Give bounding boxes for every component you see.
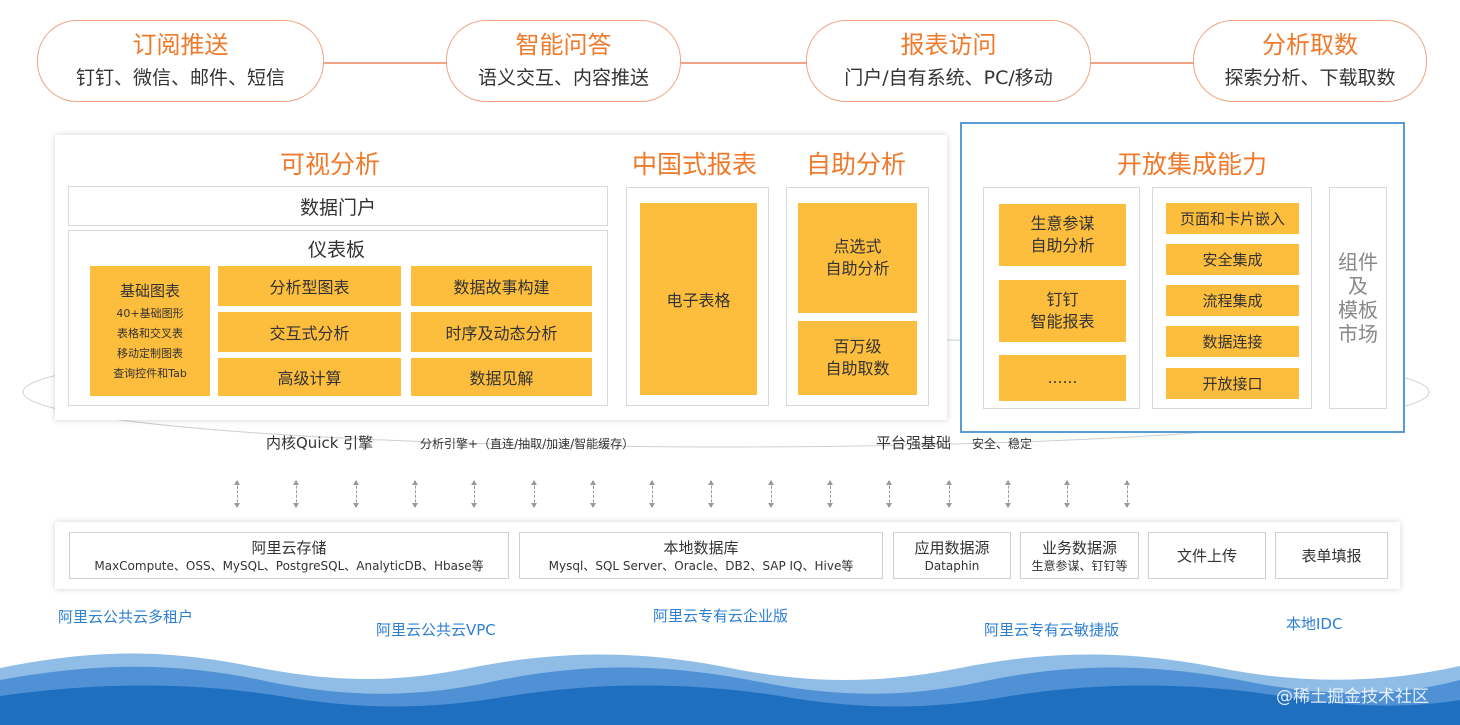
sycm-box: 生意参谋 自助分析 — [999, 204, 1126, 266]
double-arrow-icon — [293, 480, 299, 508]
basic-chart-line: 40+基础图形 — [116, 307, 184, 320]
advanced-calc-label: 高级计算 — [277, 369, 342, 388]
basic-chart-line: 移动定制图表 — [117, 347, 183, 360]
double-arrow-icon — [234, 480, 240, 508]
component-market-box: 组件 及 模板 市场 — [1329, 187, 1387, 409]
platform-base-desc: 安全、稳定 — [972, 437, 1033, 451]
dingtalk-report-label: 钉钉 智能报表 — [1030, 290, 1095, 331]
double-arrow-icon — [1064, 480, 1070, 508]
embed-label: 页面和卡片嵌入 — [1179, 210, 1285, 228]
double-arrow-icon — [471, 480, 477, 508]
data-story-box: 数据故事构建 — [411, 266, 592, 306]
timeseries-analysis-box: 时序及动态分析 — [411, 312, 592, 352]
deploy-private-enterprise: 阿里云专有云企业版 — [653, 607, 789, 625]
visual-analysis-title: 可视分析 — [280, 150, 381, 179]
data-portal-box: 数据门户 — [68, 186, 608, 226]
more-items-box: …… — [999, 355, 1126, 401]
core-engine-label: 内核Quick 引擎 — [266, 434, 374, 452]
double-arrow-icon — [590, 480, 596, 508]
more-items-label: …… — [1047, 369, 1078, 387]
security-integration-box: 安全集成 — [1166, 244, 1299, 275]
basic-chart-line: 表格和交叉表 — [117, 327, 183, 340]
double-arrow-icon — [1124, 480, 1130, 508]
double-arrow-icon — [768, 480, 774, 508]
spreadsheet-box: 电子表格 — [640, 203, 757, 395]
wave-decoration — [0, 653, 1460, 725]
basic-chart-title: 基础图表 — [119, 282, 180, 300]
million-self-fetch-label: 百万级 自助取数 — [825, 337, 890, 378]
ds-desc: MaxCompute、OSS、MySQL、PostgreSQL、Analytic… — [94, 558, 484, 573]
double-arrow-icon — [946, 480, 952, 508]
data-connection-label: 数据连接 — [1202, 333, 1263, 351]
deploy-local-idc: 本地IDC — [1286, 615, 1343, 633]
click-self-analysis-box: 点选式 自助分析 — [798, 203, 917, 313]
ds-name: 业务数据源 — [1041, 538, 1117, 557]
ds-aliyun-storage: 阿里云存储 MaxCompute、OSS、MySQL、PostgreSQL、An… — [69, 532, 509, 579]
double-arrow-icon — [1005, 480, 1011, 508]
ds-desc: Mysql、SQL Server、Oracle、DB2、SAP IQ、Hive等 — [548, 558, 854, 573]
ds-name: 文件上传 — [1176, 546, 1237, 565]
sycm-label: 生意参谋 自助分析 — [1030, 214, 1095, 255]
double-arrow-icon — [886, 480, 892, 508]
double-arrow-icon — [531, 480, 537, 508]
ds-app-source: 应用数据源 Dataphin — [893, 532, 1011, 579]
ds-name: 表单填报 — [1301, 546, 1362, 565]
ds-name: 本地数据库 — [663, 538, 739, 557]
deploy-public-multitenant: 阿里云公共云多租户 — [58, 608, 194, 626]
open-api-box: 开放接口 — [1166, 368, 1299, 399]
watermark: @稀土掘金技术社区 — [1276, 687, 1429, 707]
platform-base-label: 平台强基础 — [876, 434, 952, 452]
interactive-analysis-label: 交互式分析 — [269, 324, 350, 343]
advanced-calc-box: 高级计算 — [218, 358, 401, 396]
ds-form-fill: 表单填报 — [1275, 532, 1388, 579]
timeseries-analysis-label: 时序及动态分析 — [445, 324, 558, 343]
double-arrow-icon — [353, 480, 359, 508]
double-arrow-icon — [708, 480, 714, 508]
basic-chart-line: 查询控件和Tab — [113, 367, 187, 380]
ds-business-source: 业务数据源 生意参谋、钉钉等 — [1020, 532, 1139, 579]
open-api-label: 开放接口 — [1202, 375, 1263, 393]
ds-name: 应用数据源 — [914, 538, 990, 557]
component-market-label: 组件 及 模板 市场 — [1338, 250, 1378, 346]
process-integration-label: 流程集成 — [1202, 292, 1263, 310]
data-connection-box: 数据连接 — [1166, 326, 1299, 357]
data-insight-box: 数据见解 — [411, 358, 592, 396]
data-portal-label: 数据门户 — [299, 196, 376, 219]
basic-chart-box: 基础图表 40+基础图形 表格和交叉表 移动定制图表 查询控件和Tab — [90, 266, 210, 396]
spreadsheet-label: 电子表格 — [666, 291, 731, 310]
double-arrow-icon — [649, 480, 655, 508]
self-analysis-title: 自助分析 — [806, 150, 907, 179]
ds-name: 阿里云存储 — [251, 538, 327, 557]
ds-desc: 生意参谋、钉钉等 — [1031, 558, 1128, 573]
double-arrow-icon — [412, 480, 418, 508]
process-integration-box: 流程集成 — [1166, 285, 1299, 316]
ds-file-upload: 文件上传 — [1148, 532, 1266, 579]
security-integration-label: 安全集成 — [1202, 251, 1263, 269]
million-self-fetch-box: 百万级 自助取数 — [798, 321, 917, 395]
ds-local-database: 本地数据库 Mysql、SQL Server、Oracle、DB2、SAP IQ… — [519, 532, 883, 579]
ds-desc: Dataphin — [924, 558, 980, 573]
china-report-title: 中国式报表 — [632, 150, 758, 179]
data-insight-label: 数据见解 — [469, 369, 534, 388]
deploy-public-vpc: 阿里云公共云VPC — [376, 621, 496, 639]
analysis-chart-label: 分析型图表 — [269, 278, 350, 297]
interactive-analysis-box: 交互式分析 — [218, 312, 401, 352]
open-integration-title: 开放集成能力 — [1117, 150, 1268, 179]
embed-box: 页面和卡片嵌入 — [1166, 203, 1299, 234]
dingtalk-report-box: 钉钉 智能报表 — [999, 280, 1126, 342]
deploy-private-agile: 阿里云专有云敏捷版 — [984, 621, 1120, 639]
data-story-label: 数据故事构建 — [453, 278, 550, 297]
dashboard-title: 仪表板 — [308, 239, 366, 261]
core-engine-desc: 分析引擎+（直连/抽取/加速/智能缓存） — [420, 437, 635, 451]
analysis-chart-box: 分析型图表 — [218, 266, 401, 306]
double-arrow-icon — [827, 480, 833, 508]
click-self-analysis-label: 点选式 自助分析 — [825, 237, 890, 278]
